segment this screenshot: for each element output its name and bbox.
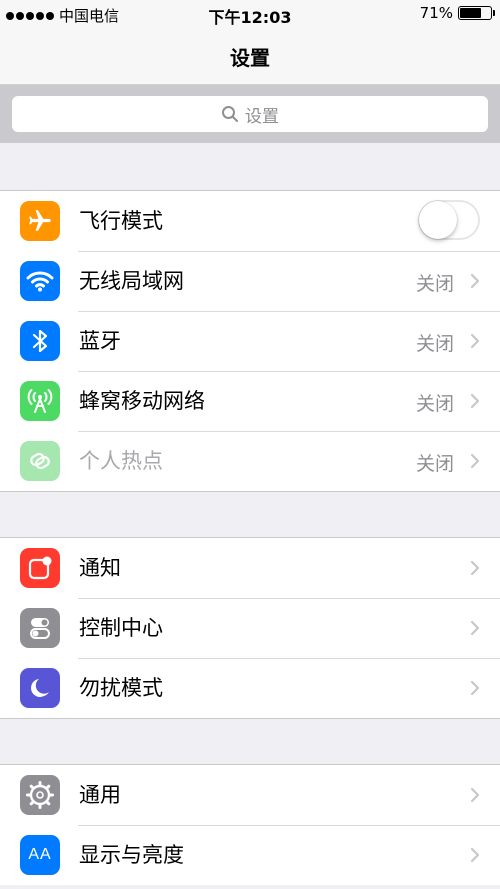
settings-row-label: 控制中心: [79, 616, 163, 640]
settings-row-label: 无线局域网: [79, 269, 184, 293]
battery-percentage: 71%: [419, 4, 453, 22]
settings-row-label: 通用: [79, 783, 121, 807]
hotspot-chain-icon: [20, 441, 60, 481]
airplane-mode-toggle[interactable]: [418, 200, 480, 240]
gear-icon: [20, 775, 60, 815]
control-center-icon: [20, 608, 60, 648]
settings-row-label: 勿扰模式: [79, 676, 163, 700]
settings-row-control-center[interactable]: 控制中心: [0, 598, 500, 658]
settings-row-value: 关闭: [415, 393, 454, 415]
display-brightness-icon-text: AA: [28, 846, 52, 863]
settings-row-value: 关闭: [415, 273, 454, 295]
cellular-antenna-icon: [20, 381, 60, 421]
notifications-group: 通知 控制中心 勿扰模式: [0, 537, 500, 719]
settings-row-do-not-disturb[interactable]: 勿扰模式: [0, 658, 500, 718]
notifications-icon: [20, 548, 60, 588]
airplane-icon: [20, 201, 60, 241]
battery-icon: [458, 6, 495, 20]
connectivity-group: 飞行模式 无线局域网 关闭 蓝牙 关闭 蜂窝移动网络 关闭 个人热点 关闭: [0, 190, 500, 492]
chevron-right-icon: [470, 333, 480, 349]
chevron-right-icon: [470, 453, 480, 469]
search-input[interactable]: 设置: [12, 96, 488, 132]
settings-row-label: 个人热点: [79, 449, 163, 473]
settings-row-label: 通知: [79, 556, 121, 580]
moon-icon: [20, 668, 60, 708]
chevron-right-icon: [470, 393, 480, 409]
wifi-icon: [20, 261, 60, 301]
chevron-right-icon: [470, 787, 480, 803]
settings-row-wifi[interactable]: 无线局域网 关闭: [0, 251, 500, 311]
settings-row-label: 蓝牙: [79, 329, 121, 353]
navigation-bar: 设置: [0, 28, 500, 85]
search-placeholder: 设置: [245, 106, 279, 127]
chevron-right-icon: [470, 273, 480, 289]
battery-status: 71%: [419, 4, 495, 22]
chevron-right-icon: [470, 560, 480, 576]
page-title: 设置: [230, 46, 270, 70]
general-group: 通用 AA 显示与亮度: [0, 764, 500, 885]
settings-row-label: 蜂窝移动网络: [79, 389, 205, 413]
status-bar: 中国电信 下午12:03 71%: [0, 0, 500, 28]
chevron-right-icon: [470, 620, 480, 636]
settings-row-general[interactable]: 通用: [0, 765, 500, 825]
settings-row-label: 飞行模式: [79, 209, 163, 233]
toggle-knob[interactable]: [419, 201, 457, 239]
bluetooth-icon: [20, 321, 60, 361]
settings-row-notifications[interactable]: 通知: [0, 538, 500, 598]
chevron-right-icon: [470, 680, 480, 696]
settings-row-label: 显示与亮度: [79, 843, 184, 867]
display-brightness-icon: AA: [20, 835, 60, 875]
settings-row-airplane-mode: 飞行模式: [0, 191, 500, 251]
settings-row-display-brightness[interactable]: AA 显示与亮度: [0, 825, 500, 885]
settings-row-cellular[interactable]: 蜂窝移动网络 关闭: [0, 371, 500, 431]
settings-row-personal-hotspot[interactable]: 个人热点 关闭: [0, 431, 500, 491]
chevron-right-icon: [470, 847, 480, 863]
settings-row-value: 关闭: [415, 333, 454, 355]
search-icon: [222, 106, 238, 122]
settings-row-value: 关闭: [415, 453, 454, 475]
settings-row-bluetooth[interactable]: 蓝牙 关闭: [0, 311, 500, 371]
search-area: 设置: [0, 85, 500, 143]
